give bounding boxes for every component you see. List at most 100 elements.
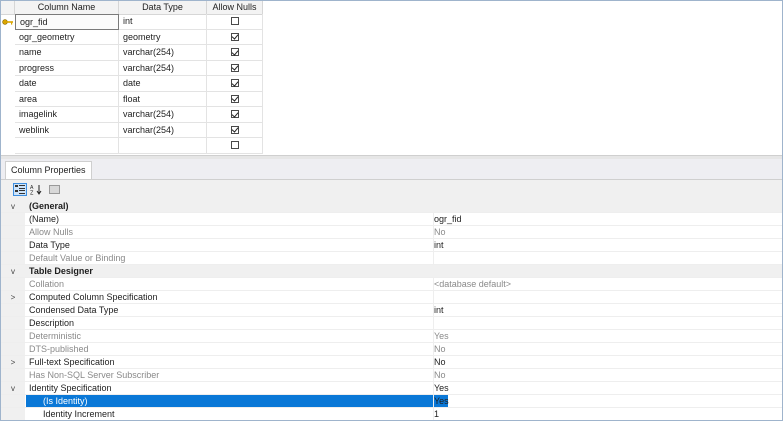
allow-nulls-checkbox[interactable] xyxy=(230,17,239,26)
property-row[interactable]: Allow Nulls No xyxy=(1,226,782,239)
data-type-cell[interactable]: float xyxy=(119,91,207,107)
row-selector[interactable] xyxy=(1,92,15,108)
property-value[interactable]: ogr_fid xyxy=(433,213,779,225)
data-type-cell[interactable] xyxy=(119,138,207,154)
property-value[interactable]: int xyxy=(433,304,779,316)
property-name: Data Type xyxy=(29,240,70,250)
property-value[interactable]: Yes xyxy=(433,395,779,407)
row-selector[interactable] xyxy=(1,76,15,92)
primary-key-icon xyxy=(2,19,13,25)
sort-az-icon[interactable]: A Z xyxy=(29,183,43,196)
expander-icon[interactable]: > xyxy=(1,356,25,368)
allow-nulls-cell xyxy=(207,122,263,138)
property-value[interactable]: <database default> xyxy=(433,278,779,290)
property-value[interactable]: No xyxy=(433,343,779,355)
property-row[interactable]: Identity Increment 1 xyxy=(1,408,782,420)
data-type-cell[interactable]: varchar(254) xyxy=(119,60,207,76)
column-name-cell[interactable]: ogr_geometry xyxy=(15,29,119,45)
data-type-cell[interactable]: varchar(254) xyxy=(119,107,207,123)
property-row-selected[interactable]: (Is Identity) Yes xyxy=(1,395,782,408)
row-selector[interactable] xyxy=(1,123,15,139)
row-selector[interactable] xyxy=(1,138,15,154)
column-name-cell[interactable]: imagelink xyxy=(15,107,119,123)
allow-nulls-cell xyxy=(207,60,263,76)
allow-nulls-checkbox[interactable] xyxy=(230,48,239,57)
table-row[interactable]: date date xyxy=(1,76,263,92)
property-row[interactable]: DTS-published No xyxy=(1,343,782,356)
column-name-cell[interactable]: area xyxy=(15,91,119,107)
table-row[interactable]: area float xyxy=(1,91,263,108)
column-name-cell[interactable]: ogr_fid xyxy=(15,14,119,30)
column-name-cell[interactable]: name xyxy=(15,45,119,61)
property-pages-icon[interactable] xyxy=(47,183,61,196)
expander-icon[interactable]: > xyxy=(1,291,25,303)
allow-nulls-cell xyxy=(207,91,263,107)
categorized-icon[interactable] xyxy=(13,183,27,196)
property-value[interactable]: No xyxy=(433,226,779,238)
property-row[interactable]: > Full-text Specification No xyxy=(1,356,782,369)
row-selector[interactable] xyxy=(1,61,15,77)
property-name: Condensed Data Type xyxy=(29,305,119,315)
property-name: Default Value or Binding xyxy=(29,253,126,263)
property-value[interactable] xyxy=(433,317,779,329)
property-row[interactable]: > Computed Column Specification xyxy=(1,291,782,304)
header-column-name[interactable]: Column Name xyxy=(15,1,119,14)
allow-nulls-checkbox[interactable] xyxy=(230,141,239,150)
column-name-cell[interactable]: weblink xyxy=(15,122,119,138)
property-row[interactable]: Has Non-SQL Server Subscriber No xyxy=(1,369,782,382)
property-value[interactable] xyxy=(433,291,779,303)
property-name: Description xyxy=(29,318,75,328)
table-row[interactable]: name varchar(254) xyxy=(1,45,263,61)
header-data-type[interactable]: Data Type xyxy=(119,1,207,14)
table-row[interactable]: weblink varchar(254) xyxy=(1,122,263,139)
row-selector[interactable] xyxy=(1,14,15,30)
table-row[interactable]: ogr_fid int xyxy=(1,14,263,30)
data-type-cell[interactable]: date xyxy=(119,76,207,92)
property-name: Collation xyxy=(29,279,65,289)
data-type-cell[interactable]: geometry xyxy=(119,29,207,45)
allow-nulls-checkbox[interactable] xyxy=(230,94,239,103)
expander-icon[interactable]: v xyxy=(1,265,25,277)
data-type-cell[interactable]: varchar(254) xyxy=(119,45,207,61)
allow-nulls-checkbox[interactable] xyxy=(230,79,239,88)
allow-nulls-checkbox[interactable] xyxy=(230,32,239,41)
property-value[interactable]: No xyxy=(433,356,779,368)
category-table-designer[interactable]: v Table Designer xyxy=(1,265,782,278)
svg-text:Z: Z xyxy=(30,191,34,196)
expander-icon[interactable]: v xyxy=(1,200,25,212)
category-general[interactable]: v (General) xyxy=(1,200,782,213)
property-row[interactable]: Collation <database default> xyxy=(1,278,782,291)
column-name-cell[interactable]: date xyxy=(15,76,119,92)
data-type-cell[interactable]: varchar(254) xyxy=(119,122,207,138)
row-selector[interactable] xyxy=(1,45,15,61)
property-value[interactable]: Yes xyxy=(433,382,779,394)
data-type-cell[interactable]: int xyxy=(119,14,207,30)
property-value[interactable]: int xyxy=(433,239,779,251)
tab-column-properties[interactable]: Column Properties xyxy=(5,161,92,179)
sort-az-glyph: A Z xyxy=(30,185,42,196)
property-row[interactable]: Condensed Data Type int xyxy=(1,304,782,317)
table-row[interactable]: progress varchar(254) xyxy=(1,60,263,77)
header-allow-nulls[interactable]: Allow Nulls xyxy=(207,1,263,14)
property-row[interactable]: Default Value or Binding xyxy=(1,252,782,265)
row-selector[interactable] xyxy=(1,107,15,123)
property-row[interactable]: Data Type int xyxy=(1,239,782,252)
property-value[interactable]: Yes xyxy=(433,330,779,342)
property-row[interactable]: (Name) ogr_fid xyxy=(1,213,782,226)
allow-nulls-checkbox[interactable] xyxy=(230,63,239,72)
column-name-cell[interactable]: progress xyxy=(15,60,119,76)
expander-icon[interactable]: v xyxy=(1,382,25,394)
property-value[interactable]: 1 xyxy=(433,408,779,420)
property-row[interactable]: Description xyxy=(1,317,782,330)
property-row[interactable]: Deterministic Yes xyxy=(1,330,782,343)
property-value[interactable]: No xyxy=(433,369,779,381)
allow-nulls-checkbox[interactable] xyxy=(230,110,239,119)
property-row[interactable]: v Identity Specification Yes xyxy=(1,382,782,395)
row-selector[interactable] xyxy=(1,30,15,46)
table-row[interactable]: imagelink varchar(254) xyxy=(1,107,263,123)
property-value[interactable] xyxy=(433,252,779,264)
table-row[interactable]: ogr_geometry geometry xyxy=(1,29,263,46)
allow-nulls-checkbox[interactable] xyxy=(230,125,239,134)
table-row-new[interactable] xyxy=(1,138,263,154)
column-name-cell[interactable] xyxy=(15,138,119,154)
